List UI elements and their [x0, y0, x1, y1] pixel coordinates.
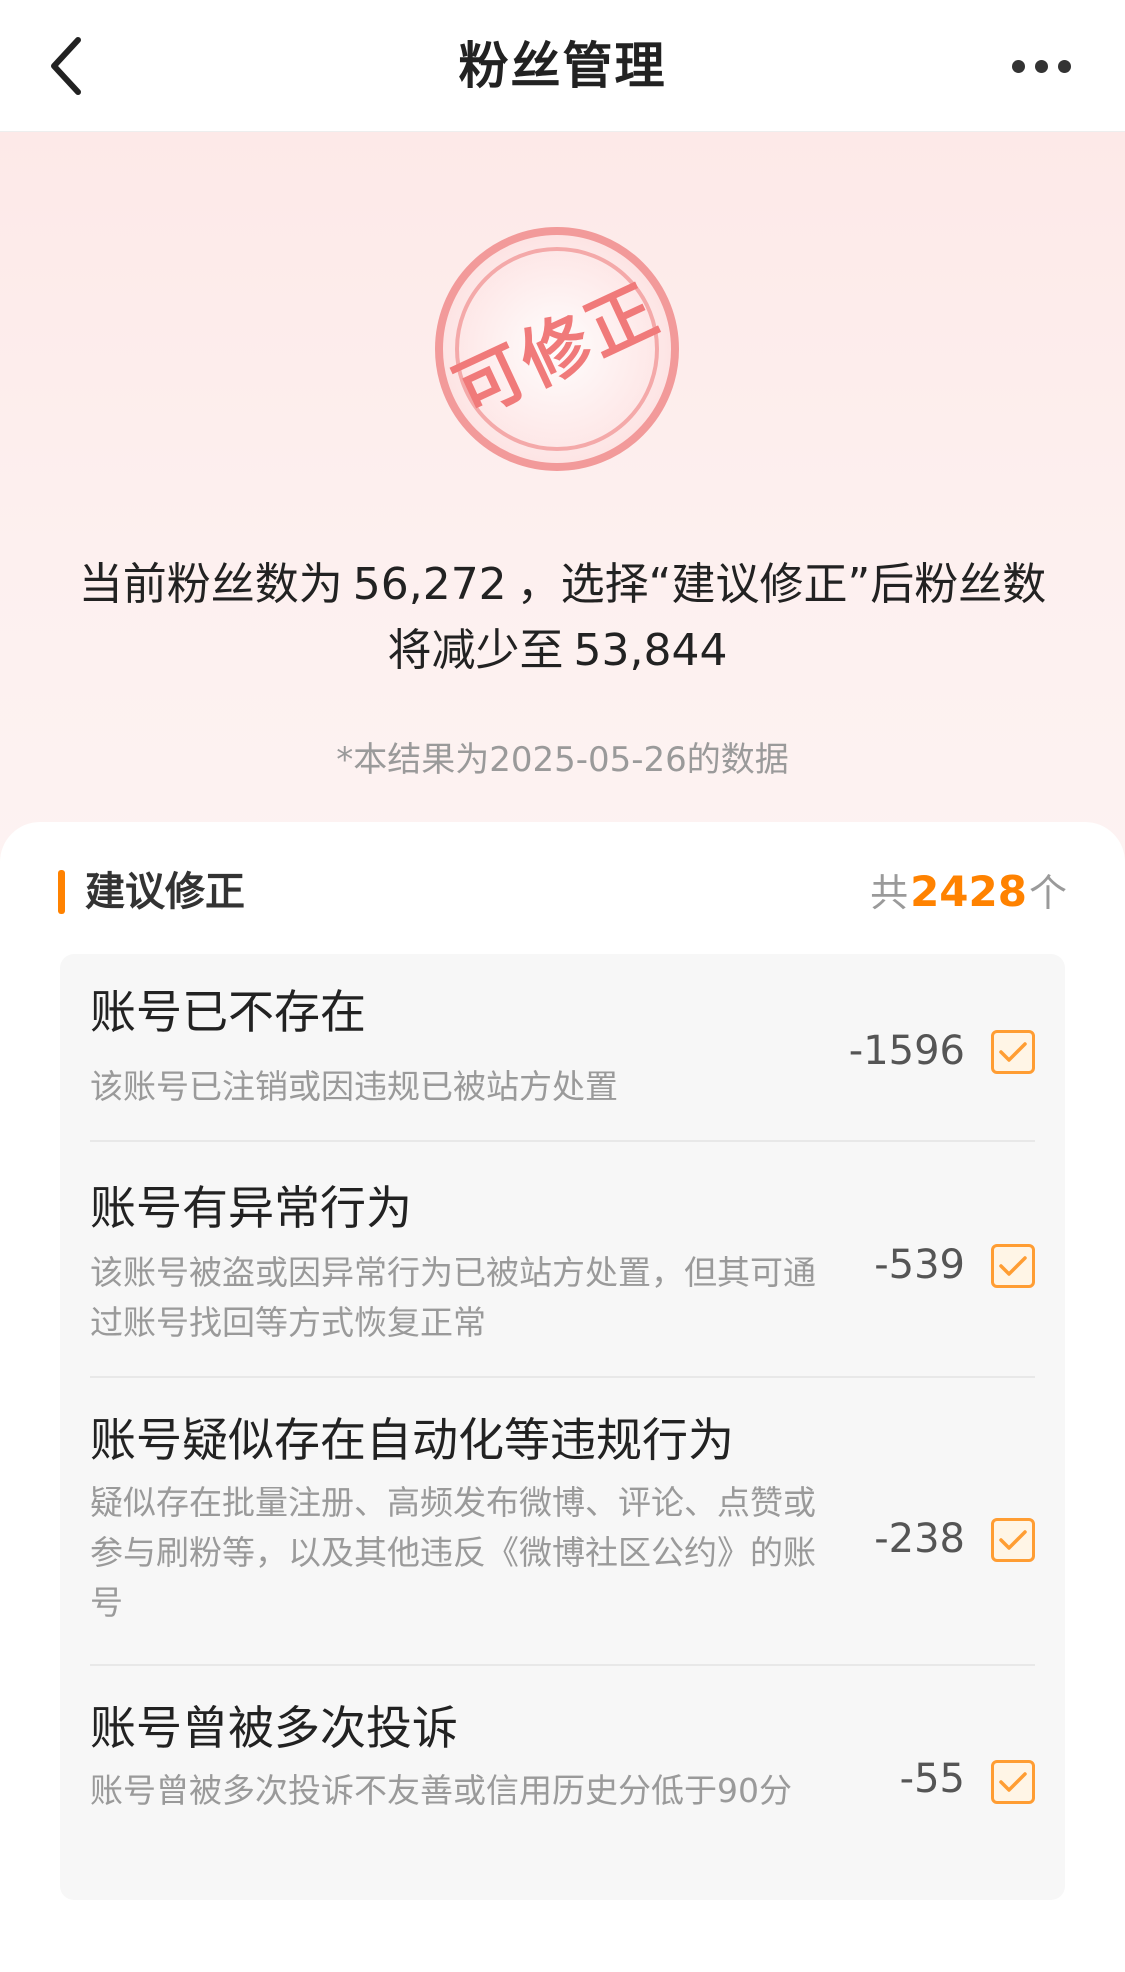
item-desc: 账号曾被多次投诉不友善或信用历史分低于90分 — [90, 1771, 792, 1810]
list-item-abnormal-behavior: 账号有异常行为 该账号被盗或因异常行为已被站方处置，但其可通过账号找回等方式恢复… — [90, 1166, 1035, 1378]
item-value: -55 — [899, 1756, 965, 1802]
count-number: 2428 — [910, 867, 1027, 916]
corrected-fans-count: 53,844 — [573, 625, 728, 676]
more-dots-icon — [1011, 59, 1025, 73]
correction-list: 账号已不存在 该账号已注销或因违规已被站方处置 -1596 账号有异常行为 该账… — [60, 954, 1065, 1900]
item-value: -238 — [874, 1516, 965, 1562]
item-title: 账号已不存在 — [90, 985, 366, 1039]
item-value: -539 — [874, 1242, 965, 1288]
count-suffix: 个 — [1028, 871, 1067, 915]
home-indicator — [0, 1944, 1125, 1954]
item-desc: 该账号被盗或因异常行为已被站方处置，但其可通过账号找回等方式恢复正常 — [90, 1253, 816, 1342]
item-checkbox[interactable] — [991, 1760, 1035, 1804]
check-icon — [999, 1256, 1027, 1276]
section-count: 共2428个 — [870, 862, 1067, 923]
current-fans-count: 56,272 — [352, 559, 507, 610]
item-divider — [90, 1140, 1035, 1142]
check-icon — [999, 1772, 1027, 1792]
section-header: 建议修正 共2428个 — [58, 862, 1067, 922]
page-title: 粉丝管理 — [458, 37, 667, 95]
item-title: 账号疑似存在自动化等违规行为 — [90, 1413, 734, 1467]
item-desc: 该账号已注销或因违规已被站方处置 — [90, 1067, 618, 1106]
summary-text-1: 当前粉丝数为 — [78, 559, 343, 610]
count-prefix: 共 — [870, 871, 909, 915]
list-item-multiple-complaints: 账号曾被多次投诉 账号曾被多次投诉不友善或信用历史分低于90分 -55 — [90, 1666, 1035, 1886]
more-dot — [1057, 59, 1071, 73]
list-item-account-not-exist: 账号已不存在 该账号已注销或因违规已被站方处置 -1596 — [90, 978, 1035, 1142]
item-value: -1596 — [848, 1028, 965, 1074]
item-checkbox[interactable] — [991, 1030, 1035, 1074]
section-title: 建议修正 — [85, 869, 245, 915]
item-checkbox[interactable] — [991, 1244, 1035, 1288]
correctable-stamp-icon: 可修正 — [435, 227, 679, 471]
more-button[interactable] — [991, 36, 1091, 96]
correction-card: 建议修正 共2428个 账号已不存在 该账号已注销或因违规已被站方处置 -159… — [0, 822, 1125, 1972]
list-item-automation-violation: 账号疑似存在自动化等违规行为 疑似存在批量注册、高频发布微博、评论、点赞或参与刷… — [90, 1378, 1035, 1666]
check-icon — [999, 1530, 1027, 1550]
item-desc: 疑似存在批量注册、高频发布微博、评论、点赞或参与刷粉等，以及其他违反《微博社区公… — [90, 1483, 816, 1622]
item-checkbox[interactable] — [991, 1518, 1035, 1562]
fans-summary: 当前粉丝数为 56,272 ，选择“建议修正”后粉丝数将减少至 53,844 — [70, 552, 1055, 684]
more-dot — [1034, 59, 1048, 73]
data-date-note: *本结果为2025-05-26的数据 — [336, 740, 789, 780]
item-title: 账号有异常行为 — [90, 1181, 412, 1235]
nav-bar: 粉丝管理 — [0, 0, 1125, 132]
item-title: 账号曾被多次投诉 — [90, 1701, 458, 1755]
hero-summary: 可修正 当前粉丝数为 56,272 ，选择“建议修正”后粉丝数将减少至 53,844 … — [0, 132, 1125, 892]
section-accent-bar — [58, 870, 65, 914]
check-icon — [999, 1042, 1027, 1062]
